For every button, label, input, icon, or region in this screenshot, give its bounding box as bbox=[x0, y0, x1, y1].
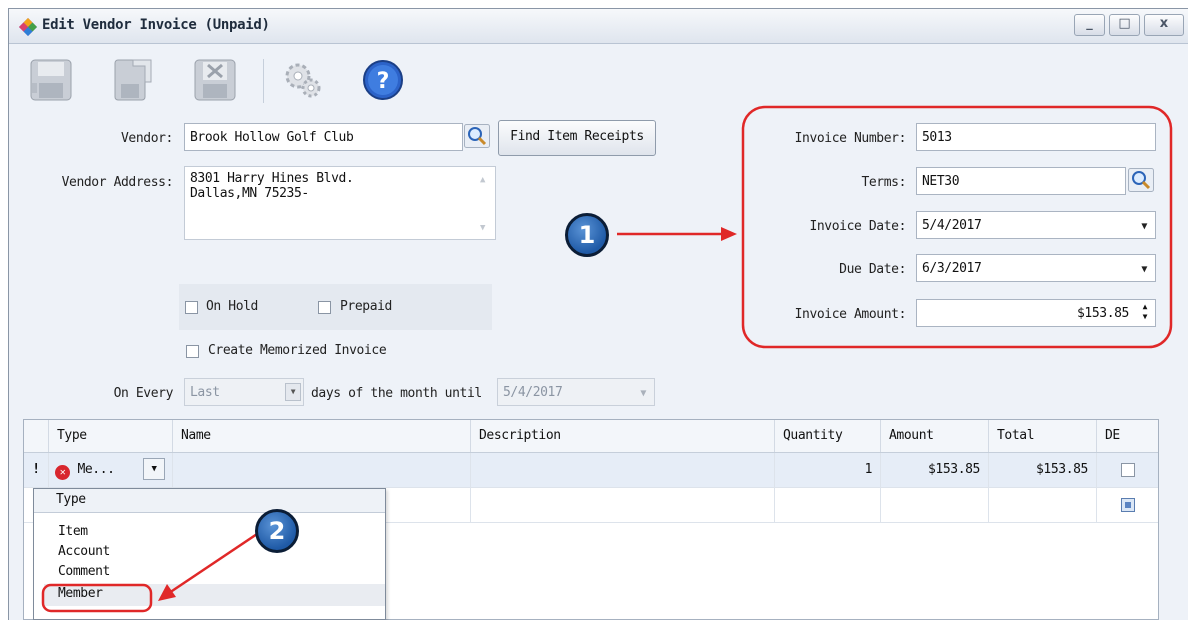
callout-badge-2: 2 bbox=[255, 509, 299, 553]
edit-vendor-invoice-window: Edit Vendor Invoice (Unpaid) _ □ x ? Ven… bbox=[8, 8, 1188, 620]
callout-2-arrow bbox=[168, 532, 258, 595]
callout-1-arrowhead bbox=[721, 227, 737, 241]
callout-badge-1: 1 bbox=[565, 213, 609, 257]
annotation-overlay bbox=[41, 105, 1173, 613]
invoice-highlight-box bbox=[741, 105, 1173, 349]
member-highlight-box bbox=[41, 583, 153, 613]
callout-2-arrowhead bbox=[158, 584, 176, 601]
